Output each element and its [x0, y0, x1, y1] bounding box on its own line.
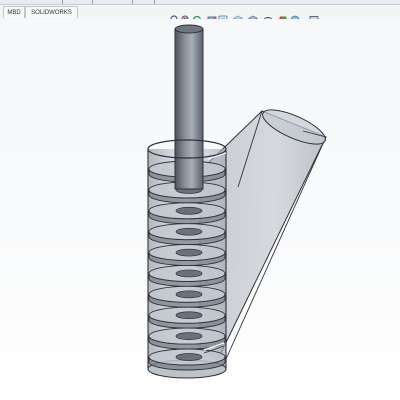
shaft-hub: [175, 227, 203, 236]
drive-shaft: [174, 24, 204, 190]
screw-flight: [148, 264, 226, 287]
shaft-hub: [175, 290, 203, 299]
tab-mbd[interactable]: MBD: [3, 6, 25, 18]
command-divider: [132, 0, 133, 4]
command-manager-tabs: MBD SOLIDWORKS CAM: [0, 5, 400, 28]
shaft-hub: [175, 269, 203, 278]
command-divider: [62, 0, 63, 4]
shaft-hub: [175, 206, 203, 215]
screw-flight: [148, 306, 226, 329]
screw-flight: [148, 244, 226, 267]
screw-flight: [148, 327, 226, 350]
tab-solidworks-cam[interactable]: SOLIDWORKS CAM: [25, 6, 78, 28]
shaft-hub: [175, 248, 203, 257]
command-divider: [92, 0, 93, 4]
graphics-area[interactable]: [0, 19, 400, 400]
shaft-hub: [175, 353, 203, 361]
solidworks-window: MBD SOLIDWORKS CAM: [0, 0, 400, 400]
shaft-hub: [175, 311, 203, 320]
screw-flight: [148, 223, 226, 246]
command-divider: [154, 0, 155, 4]
screw-flight: [148, 348, 226, 371]
screw-flight: [148, 285, 226, 308]
screw-flight: [148, 202, 226, 225]
shaft-hub: [175, 332, 203, 340]
screw-conveyor-model: [147, 24, 327, 379]
